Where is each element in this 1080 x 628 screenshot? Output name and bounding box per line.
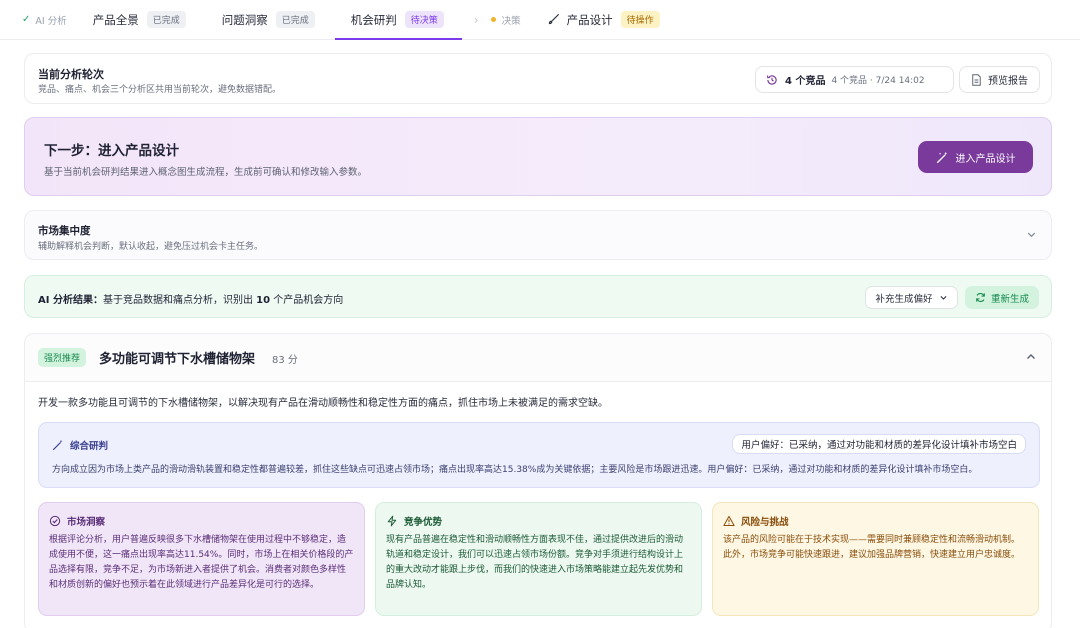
step-decision[interactable]: 决策	[490, 0, 521, 40]
synthesis-title-row: 综合研判	[52, 438, 108, 452]
next-step-title: 下一步：进入产品设计	[44, 143, 179, 159]
preview-report-label: 预览报告	[988, 76, 1028, 87]
generation-preference-dropdown[interactable]: 补充生成偏好	[865, 286, 958, 309]
risk-title: 风险与挑战	[741, 517, 789, 528]
magic-wand-icon	[52, 439, 63, 451]
risk-text: 该产品的风险可能在于技术实现——需要同时兼顾稳定性和流畅滑动机制。此外，市场竞争…	[723, 535, 1021, 560]
chevron-down-icon	[940, 296, 946, 300]
step-insight-status: 已完成	[275, 11, 315, 28]
step-design-label: 产品设计	[566, 12, 613, 27]
synthesis-text: 方向成立因为市场上类产品的滑动滑轨装置和稳定性都普遍较差，抓住这些缺点可迅速占领…	[52, 465, 978, 475]
step-overview-status: 已完成	[146, 11, 186, 28]
brush-icon	[548, 14, 559, 25]
market-insight-box: 市场洞察 根据评论分析，用户普遍反映很多下水槽储物架在使用过程中不够稳定，造成使…	[38, 502, 365, 616]
chevron-right-icon: ›	[473, 12, 479, 27]
step-ai-analysis[interactable]: ✓ AI 分析	[22, 0, 67, 40]
opportunity-score: 83 分	[272, 355, 298, 366]
check-circle-icon	[49, 515, 61, 527]
refresh-icon	[976, 293, 985, 302]
step-ai-label: AI 分析	[35, 15, 67, 27]
next-step-card: 下一步：进入产品设计 基于当前机会研判结果进入概念图生成流程，生成前可确认和修改…	[24, 117, 1052, 196]
step-design[interactable]: 产品设计 待操作	[547, 0, 660, 40]
step-opportunity[interactable]: 机会研判 待决策	[334, 0, 462, 40]
user-preference-pill: 用户偏好：已采纳，通过对功能和材质的差异化设计填补市场空白	[732, 434, 1026, 454]
document-icon	[972, 73, 981, 86]
magic-wand-icon	[936, 151, 947, 163]
enter-design-label: 进入产品设计	[955, 153, 1016, 165]
regenerate-button[interactable]: 重新生成	[965, 286, 1039, 309]
chevron-down-icon[interactable]	[1026, 229, 1037, 240]
step-opportunity-label: 机会研判	[350, 12, 397, 27]
lightning-icon	[387, 515, 397, 527]
step-decision-label: 决策	[501, 15, 521, 27]
check-icon: ✓	[22, 14, 31, 25]
opportunity-card: 强烈推荐 多功能可调节下水槽储物架 83 分 开发一款多功能且可调节的下水槽储物…	[24, 333, 1052, 628]
market-insight-title-row: 市场洞察	[49, 514, 105, 528]
synthesis-title: 综合研判	[70, 441, 109, 452]
ai-result-label: AI 分析结果：	[38, 295, 103, 306]
step-overview[interactable]: 产品全景 已完成	[93, 0, 186, 40]
next-step-subtitle: 基于当前机会研判结果进入概念图生成流程，生成前可确认和修改输入参数。	[44, 167, 368, 178]
regenerate-label: 重新生成	[990, 293, 1029, 305]
step-opportunity-status: 待决策	[404, 11, 444, 28]
round-meta: 4 个竞品 · 7/24 14:02	[831, 76, 925, 86]
market-insight-title: 市场洞察	[67, 517, 106, 528]
round-selector[interactable]: 4 个竞品 4 个竞品 · 7/24 14:02	[755, 66, 954, 93]
recommend-badge: 强烈推荐	[38, 348, 87, 367]
ai-result-banner: AI 分析结果：基于竞品数据和痛点分析，识别出 10 个产品机会方向 补充生成偏…	[24, 275, 1052, 318]
pending-dot-icon	[490, 17, 496, 22]
round-title: 当前分析轮次	[38, 68, 104, 81]
ai-result-count: 10	[256, 295, 271, 306]
enter-design-button[interactable]: 进入产品设计	[918, 141, 1033, 173]
market-insight-text: 根据评论分析，用户普遍反映很多下水槽储物架在使用过程中不够稳定，造成使用不便，这…	[49, 535, 354, 590]
warning-icon	[723, 515, 735, 526]
competitive-advantage-text: 现有产品普遍在稳定性和滑动顺畅性方面表现不佳，通过提供改进后的滑动轨道和稳定设计…	[386, 535, 684, 590]
competitive-advantage-box: 竞争优势 现有产品普遍在稳定性和滑动顺畅性方面表现不佳，通过提供改进后的滑动轨道…	[375, 502, 702, 616]
risk-box: 风险与挑战 该产品的风险可能在于技术实现——需要同时兼顾稳定性和流畅滑动机制。此…	[712, 502, 1039, 616]
market-concentration-card[interactable]: 市场集中度 辅助解释机会判断，默认收起，避免压过机会卡主任务。	[24, 210, 1052, 260]
step-design-status: 待操作	[620, 11, 660, 28]
market-subtitle: 辅助解释机会判断，默认收起，避免压过机会卡主任务。	[38, 242, 264, 252]
ai-result-prefix: 基于竞品数据和痛点分析，识别出	[102, 295, 253, 306]
round-count: 4 个竞品	[785, 76, 826, 87]
competitive-advantage-title: 竞争优势	[404, 517, 443, 528]
ai-result-text: AI 分析结果：基于竞品数据和痛点分析，识别出 10 个产品机会方向	[38, 291, 343, 306]
opportunity-header[interactable]: 强烈推荐 多功能可调节下水槽储物架 83 分	[25, 334, 1051, 382]
competitive-advantage-title-row: 竞争优势	[386, 514, 442, 528]
risk-title-row: 风险与挑战	[723, 514, 789, 528]
history-icon	[766, 74, 777, 85]
generation-preference-label: 补充生成偏好	[875, 293, 933, 305]
opportunity-description: 开发一款多功能且可调节的下水槽储物架，以解决现有产品在滑动顺畅性和稳定性方面的痛…	[38, 398, 608, 409]
chevron-up-icon[interactable]	[1025, 351, 1037, 363]
step-insight-label: 问题洞察	[221, 12, 268, 27]
market-title: 市场集中度	[38, 225, 91, 237]
synthesis-panel: 综合研判 用户偏好：已采纳，通过对功能和材质的差异化设计填补市场空白 方向成立因…	[38, 422, 1040, 488]
analysis-round-card: 当前分析轮次 竞品、痛点、机会三个分析区共用当前轮次，避免数据错配。 4 个竞品…	[24, 53, 1052, 104]
ai-result-suffix: 个产品机会方向	[273, 295, 344, 306]
step-overview-label: 产品全景	[92, 12, 139, 27]
opportunity-title: 多功能可调节下水槽储物架	[99, 352, 256, 367]
step-bar: ✓ AI 分析 产品全景 已完成 问题洞察 已完成 机会研判 待决策 › 决策 …	[0, 0, 1080, 40]
preview-report-button[interactable]: 预览报告	[959, 66, 1040, 93]
step-insight[interactable]: 问题洞察 已完成	[222, 0, 315, 40]
round-subtitle: 竞品、痛点、机会三个分析区共用当前轮次，避免数据错配。	[38, 85, 282, 95]
